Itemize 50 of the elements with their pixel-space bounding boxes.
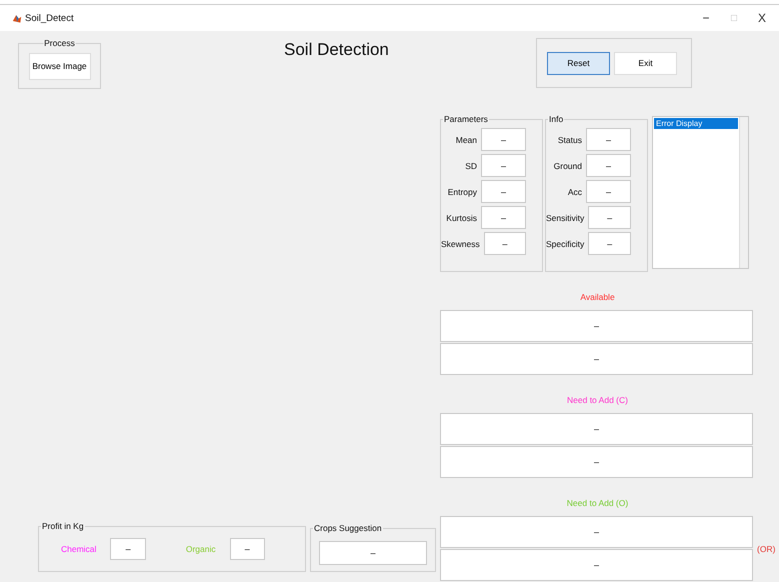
crops-field[interactable]: – <box>319 541 427 565</box>
field-label: Kurtosis <box>446 212 477 222</box>
value-field[interactable]: – <box>484 232 526 255</box>
field-label: Status <box>558 134 582 144</box>
profit-field[interactable]: – <box>230 538 265 560</box>
result-field[interactable]: – <box>440 516 753 548</box>
panel-title: Crops Suggestion <box>313 523 383 534</box>
or-label: (OR) <box>757 544 776 554</box>
browse-image-button[interactable]: Browse Image <box>28 52 90 80</box>
field-label: Specificity <box>546 238 584 248</box>
value-field[interactable]: – <box>586 180 631 203</box>
field-label: Ground <box>554 160 582 170</box>
value-field[interactable]: – <box>588 232 631 255</box>
value-field[interactable]: – <box>588 206 631 229</box>
profit-label: Chemical <box>61 544 96 554</box>
field-label: Mean <box>456 134 477 144</box>
exit-button[interactable]: Exit <box>614 52 677 74</box>
result-field[interactable]: – <box>440 446 753 478</box>
value-field[interactable]: – <box>481 128 526 151</box>
value-field[interactable]: – <box>481 180 526 203</box>
value-field[interactable]: – <box>481 154 526 177</box>
field-label: Sensitivity <box>546 212 584 222</box>
value-field[interactable]: – <box>481 206 526 229</box>
minimize-button[interactable]: − <box>695 11 717 25</box>
result-field[interactable]: – <box>440 413 753 445</box>
result-field[interactable]: – <box>440 310 753 342</box>
field-label: Acc <box>568 186 582 196</box>
panel-title: Profit in Kg <box>41 521 85 532</box>
window-title: Soil_Detect <box>25 12 74 24</box>
panel-title: Parameters <box>443 114 489 125</box>
field-label: Entropy <box>448 186 477 196</box>
list-item[interactable]: Error Display <box>654 118 738 129</box>
profit-label: Organic <box>186 544 216 554</box>
panel-title: Info <box>548 114 564 125</box>
field-label: SD <box>465 160 477 170</box>
result-field[interactable]: – <box>440 343 753 375</box>
section-label: Available <box>580 292 615 303</box>
close-button[interactable]: X <box>751 11 773 25</box>
scroll-bar[interactable] <box>739 117 748 268</box>
reset-button[interactable]: Reset <box>547 52 610 74</box>
section-label: Need to Add (O) <box>566 498 628 509</box>
app-icon <box>12 12 22 24</box>
section-label: Need to Add (C) <box>567 395 628 406</box>
app-heading: Soil Detection <box>284 40 389 60</box>
field-label: Skewness <box>441 238 480 248</box>
value-field[interactable]: – <box>586 154 631 177</box>
value-field[interactable]: – <box>586 128 631 151</box>
profit-field[interactable]: – <box>110 538 146 560</box>
panel-title: Process <box>43 38 76 49</box>
result-field[interactable]: – <box>440 549 753 581</box>
